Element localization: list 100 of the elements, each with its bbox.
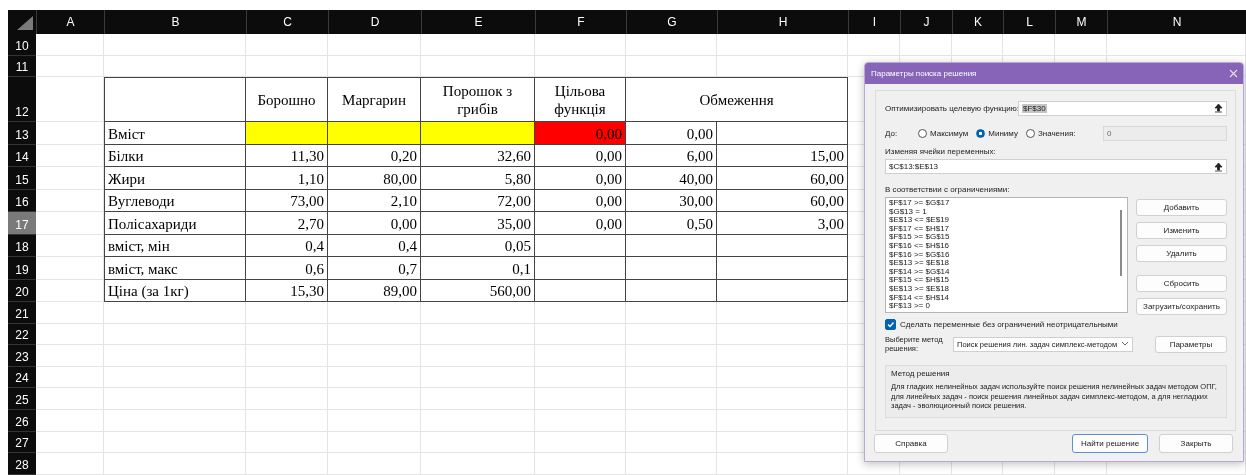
grid-cell[interactable] bbox=[104, 323, 246, 346]
column-header[interactable]: D bbox=[328, 10, 421, 34]
constraint-item[interactable]: $E$13 >= $E$18 bbox=[889, 284, 1124, 294]
grid-cell[interactable] bbox=[717, 366, 848, 389]
dialog-button[interactable]: Удалить bbox=[1136, 245, 1227, 262]
row-header[interactable]: 19 bbox=[8, 257, 36, 280]
objective-field[interactable]: $F$30 bbox=[1018, 100, 1227, 116]
grid-cell[interactable] bbox=[421, 323, 535, 346]
grid-cell[interactable] bbox=[328, 302, 421, 324]
grid-cell[interactable] bbox=[626, 388, 717, 410]
column-header[interactable]: J bbox=[900, 10, 952, 34]
grid-cell[interactable] bbox=[717, 409, 848, 432]
select-all-icon[interactable] bbox=[17, 16, 33, 30]
grid-cell[interactable] bbox=[626, 453, 717, 475]
grid-cell[interactable] bbox=[36, 55, 104, 77]
radio-option[interactable]: Значения: bbox=[1025, 128, 1076, 138]
variables-field[interactable]: $C$13:$E$13 bbox=[885, 159, 1227, 174]
row-header[interactable]: 15 bbox=[8, 167, 36, 190]
grid-cell[interactable] bbox=[36, 189, 104, 212]
grid-cell[interactable] bbox=[535, 323, 626, 346]
row-header[interactable]: 12 bbox=[8, 77, 36, 122]
grid-cell[interactable] bbox=[717, 388, 848, 410]
dialog-button[interactable]: Изменить bbox=[1136, 222, 1227, 239]
grid-cell[interactable] bbox=[626, 345, 717, 367]
grid-cell[interactable] bbox=[421, 431, 535, 454]
grid-cell[interactable] bbox=[246, 453, 328, 475]
collapse-icon[interactable] bbox=[1214, 161, 1223, 172]
grid-cell[interactable] bbox=[36, 234, 104, 257]
grid-cell[interactable] bbox=[535, 34, 626, 56]
constraint-item[interactable]: $F$15 <= $H$15 bbox=[889, 276, 1124, 285]
row-header[interactable]: 23 bbox=[8, 345, 36, 367]
row-header[interactable]: 11 bbox=[8, 55, 36, 77]
grid-cell[interactable] bbox=[421, 388, 535, 410]
row-header[interactable]: 14 bbox=[8, 144, 36, 167]
grid-cell[interactable] bbox=[328, 55, 421, 77]
constraint-item[interactable]: $F$14 <= $H$14 bbox=[889, 293, 1124, 303]
column-header[interactable]: L bbox=[1003, 10, 1055, 34]
grid-cell[interactable] bbox=[36, 34, 104, 56]
grid-cell[interactable] bbox=[36, 122, 104, 145]
grid-cell[interactable] bbox=[421, 366, 535, 389]
row-header[interactable]: 13 bbox=[8, 122, 36, 145]
grid-cell[interactable] bbox=[104, 366, 246, 389]
row-header[interactable]: 16 bbox=[8, 189, 36, 212]
column-header[interactable]: E bbox=[421, 10, 535, 34]
grid-cell[interactable] bbox=[246, 409, 328, 432]
grid-cell[interactable] bbox=[104, 34, 246, 56]
grid-cell[interactable] bbox=[421, 34, 535, 56]
column-header[interactable]: G bbox=[626, 10, 717, 34]
grid-cell[interactable] bbox=[36, 431, 104, 454]
row-header[interactable]: 21 bbox=[8, 302, 36, 324]
grid-cell[interactable] bbox=[36, 167, 104, 190]
dialog-button[interactable]: Загрузить/сохранить bbox=[1136, 298, 1227, 315]
grid-cell[interactable] bbox=[900, 34, 952, 56]
help-button[interactable]: Справка bbox=[874, 434, 948, 453]
row-header[interactable]: 22 bbox=[8, 323, 36, 346]
grid-cell[interactable] bbox=[626, 302, 717, 324]
parameters-button[interactable]: Параметры bbox=[1155, 335, 1227, 353]
grid-cell[interactable] bbox=[104, 431, 246, 454]
column-header[interactable]: C bbox=[246, 10, 328, 34]
grid-cell[interactable] bbox=[717, 34, 848, 56]
row-header[interactable]: 25 bbox=[8, 388, 36, 410]
constraint-item[interactable]: $G$13 = 1 bbox=[889, 207, 1124, 217]
grid-cell[interactable] bbox=[626, 409, 717, 432]
constraint-item[interactable]: $E$13 >= $E$18 bbox=[889, 259, 1124, 268]
grid-cell[interactable] bbox=[328, 345, 421, 367]
grid-cell[interactable] bbox=[104, 409, 246, 432]
column-header[interactable]: F bbox=[535, 10, 626, 34]
grid-cell[interactable] bbox=[421, 409, 535, 432]
grid-cell[interactable] bbox=[626, 55, 717, 77]
grid-cell[interactable] bbox=[36, 409, 104, 432]
constraint-item[interactable]: $F$15 >= $G$15 bbox=[889, 233, 1124, 242]
grid-cell[interactable] bbox=[626, 431, 717, 454]
grid-cell[interactable] bbox=[328, 34, 421, 56]
grid-cell[interactable] bbox=[535, 409, 626, 432]
constraint-item[interactable]: $F$17 <= $H$17 bbox=[889, 224, 1124, 234]
grid-cell[interactable] bbox=[421, 302, 535, 324]
constraint-item[interactable]: $F$14 >= $G$14 bbox=[889, 267, 1124, 277]
column-header[interactable]: N bbox=[1107, 10, 1246, 34]
grid-cell[interactable] bbox=[626, 323, 717, 346]
grid-cell[interactable] bbox=[626, 34, 717, 56]
scrollbar[interactable] bbox=[1120, 210, 1122, 276]
grid-cell[interactable] bbox=[328, 366, 421, 389]
grid-cell[interactable] bbox=[104, 453, 246, 475]
close-icon[interactable] bbox=[1229, 69, 1238, 78]
grid-cell[interactable] bbox=[717, 431, 848, 454]
row-header[interactable]: 26 bbox=[8, 409, 36, 432]
nonnegative-checkbox[interactable]: Сделать переменные без ограничений неотрицательными bbox=[885, 319, 1227, 330]
grid-cell[interactable] bbox=[952, 34, 1003, 56]
grid-cell[interactable] bbox=[535, 431, 626, 454]
grid-cell[interactable] bbox=[535, 55, 626, 77]
radio-option[interactable]: Максимум bbox=[918, 128, 969, 138]
grid-cell[interactable] bbox=[36, 453, 104, 475]
grid-cell[interactable] bbox=[535, 345, 626, 367]
grid-cell[interactable] bbox=[36, 212, 104, 235]
solve-button[interactable]: Найти решение bbox=[1072, 434, 1148, 453]
grid-cell[interactable] bbox=[328, 409, 421, 432]
grid-cell[interactable] bbox=[36, 345, 104, 367]
grid-cell[interactable] bbox=[246, 345, 328, 367]
grid-cell[interactable] bbox=[246, 55, 328, 77]
grid-cell[interactable] bbox=[36, 279, 104, 302]
